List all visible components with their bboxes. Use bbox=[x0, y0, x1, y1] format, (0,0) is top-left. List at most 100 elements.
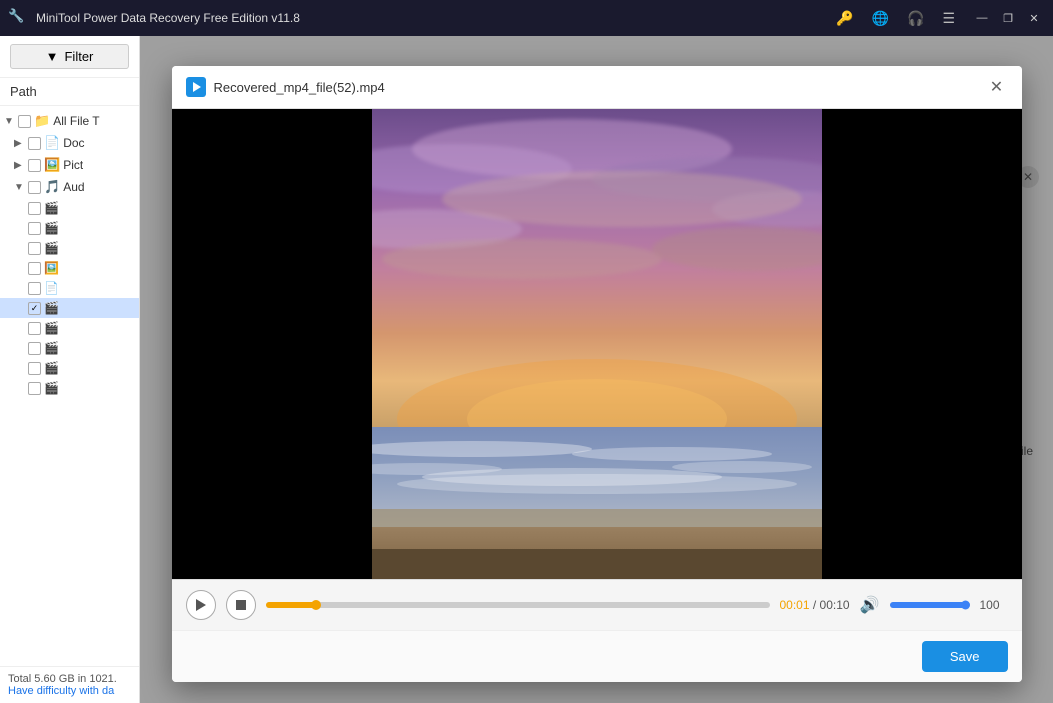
folder-icon-pictures: 🖼️ bbox=[44, 157, 60, 173]
checkbox-pictures[interactable] bbox=[28, 159, 41, 172]
title-bar: 🔧 MiniTool Power Data Recovery Free Edit… bbox=[0, 0, 1053, 36]
controls-bar: 00:01 / 00:10 🔊 100 bbox=[172, 579, 1022, 630]
tree-item-all-files[interactable]: ▼ 📁 All File T bbox=[0, 110, 139, 132]
path-label: Path bbox=[0, 78, 139, 106]
tree-item-file-3[interactable]: 🎬 bbox=[0, 238, 139, 258]
video-black-left bbox=[172, 109, 372, 579]
checkbox-file-2[interactable] bbox=[28, 222, 41, 235]
dialog-close-button[interactable]: ✕ bbox=[986, 76, 1008, 98]
volume-slider[interactable] bbox=[890, 602, 970, 608]
tree-item-file-5[interactable]: 📄 bbox=[0, 278, 139, 298]
tree-item-file-9[interactable]: 🎬 bbox=[0, 358, 139, 378]
filter-button[interactable]: ▼ Filter bbox=[10, 44, 129, 69]
globe-icon[interactable]: 🌐 bbox=[868, 8, 893, 29]
menu-icon[interactable]: ☰ bbox=[938, 8, 959, 29]
checkbox-all-files[interactable] bbox=[18, 115, 31, 128]
volume-thumb bbox=[961, 601, 970, 610]
expand-icon-doc: ▶ bbox=[14, 138, 28, 149]
file-icon-5: 📄 bbox=[44, 281, 59, 295]
tree-item-doc[interactable]: ▶ 📄 Doc bbox=[0, 132, 139, 154]
tree-item-file-2[interactable]: 🎬 bbox=[0, 218, 139, 238]
maximize-button[interactable]: ❐ bbox=[997, 8, 1019, 28]
headphones-icon[interactable]: 🎧 bbox=[903, 8, 928, 29]
video-frame bbox=[372, 109, 822, 579]
tree-item-file-7[interactable]: 🎬 bbox=[0, 318, 139, 338]
sidebar: ▼ Filter Path ▼ 📁 All File T ▶ 📄 Doc bbox=[0, 36, 140, 703]
dialog-overlay: Recovered_mp4_file(52).mp4 ✕ bbox=[140, 36, 1053, 703]
file-icon-4: 🖼️ bbox=[44, 261, 59, 275]
main-content: ✕ _file Recovered_mp4_file(52).mp4 ✕ bbox=[140, 36, 1053, 703]
tree-item-file-4[interactable]: 🖼️ bbox=[0, 258, 139, 278]
app-title: MiniTool Power Data Recovery Free Editio… bbox=[36, 11, 832, 25]
time-display: 00:01 / 00:10 bbox=[780, 598, 850, 612]
tree-item-file-6[interactable]: ✓ 🎬 bbox=[0, 298, 139, 318]
tree-item-file-10[interactable]: 🎬 bbox=[0, 378, 139, 398]
dialog-footer: Save bbox=[172, 630, 1022, 682]
filter-icon: ▼ bbox=[46, 49, 59, 64]
tree-item-label-all-files: All File T bbox=[53, 114, 99, 128]
tree-item-file-8[interactable]: 🎬 bbox=[0, 338, 139, 358]
sidebar-bottom: Total 5.60 GB in 1021. Have difficulty w… bbox=[0, 666, 139, 703]
folder-icon-doc: 📄 bbox=[44, 135, 60, 151]
file-icon-1: 🎬 bbox=[44, 201, 59, 215]
volume-icon[interactable]: 🔊 bbox=[860, 595, 880, 615]
folder-icon-audio: 🎵 bbox=[44, 179, 60, 195]
file-icon-7: 🎬 bbox=[44, 321, 59, 335]
checkbox-file-8[interactable] bbox=[28, 342, 41, 355]
app-close-button[interactable]: ✕ bbox=[1023, 8, 1045, 28]
key-icon[interactable]: 🔑 bbox=[832, 8, 857, 29]
file-icon-2: 🎬 bbox=[44, 221, 59, 235]
file-icon-3: 🎬 bbox=[44, 241, 59, 255]
file-icon-8: 🎬 bbox=[44, 341, 59, 355]
checkbox-file-4[interactable] bbox=[28, 262, 41, 275]
expand-icon: ▼ bbox=[4, 116, 18, 127]
progress-thumb bbox=[311, 600, 321, 610]
preview-dialog: Recovered_mp4_file(52).mp4 ✕ bbox=[172, 66, 1022, 682]
app-logo: 🔧 bbox=[8, 8, 28, 28]
minimize-button[interactable]: — bbox=[971, 8, 993, 28]
checkbox-file-6[interactable]: ✓ bbox=[28, 302, 41, 315]
stop-button[interactable] bbox=[226, 590, 256, 620]
filter-label: Filter bbox=[64, 49, 93, 64]
checkbox-doc[interactable] bbox=[28, 137, 41, 150]
help-link[interactable]: Have difficulty with da bbox=[8, 685, 114, 697]
checkbox-file-3[interactable] bbox=[28, 242, 41, 255]
video-container bbox=[172, 109, 1022, 579]
window-controls: — ❐ ✕ bbox=[971, 8, 1045, 28]
checkbox-file-1[interactable] bbox=[28, 202, 41, 215]
tree-item-label-pictures: Pict bbox=[63, 158, 83, 172]
current-time: 00:01 bbox=[780, 598, 810, 612]
progress-fill bbox=[266, 602, 316, 608]
time-separator: / bbox=[813, 598, 820, 612]
video-black-right bbox=[822, 109, 1022, 579]
title-bar-icons: 🔑 🌐 🎧 ☰ bbox=[832, 8, 959, 29]
checkbox-file-9[interactable] bbox=[28, 362, 41, 375]
tree-item-audio[interactable]: ▼ 🎵 Aud bbox=[0, 176, 139, 198]
tree-item-label-audio: Aud bbox=[63, 180, 84, 194]
tree-item-pictures[interactable]: ▶ 🖼️ Pict bbox=[0, 154, 139, 176]
folder-icon-all-files: 📁 bbox=[34, 113, 50, 129]
checkbox-file-10[interactable] bbox=[28, 382, 41, 395]
total-info: Total 5.60 GB in 1021. bbox=[8, 673, 131, 685]
volume-fill bbox=[890, 602, 966, 608]
dialog-titlebar: Recovered_mp4_file(52).mp4 ✕ bbox=[172, 66, 1022, 109]
dialog-title: Recovered_mp4_file(52).mp4 bbox=[214, 80, 986, 95]
file-icon-9: 🎬 bbox=[44, 361, 59, 375]
checkbox-audio[interactable] bbox=[28, 181, 41, 194]
tree-item-file-1[interactable]: 🎬 bbox=[0, 198, 139, 218]
volume-value: 100 bbox=[980, 598, 1008, 612]
play-button[interactable] bbox=[186, 590, 216, 620]
sidebar-filter-area: ▼ Filter bbox=[0, 36, 139, 78]
tree-item-label-doc: Doc bbox=[63, 136, 84, 150]
checkbox-file-7[interactable] bbox=[28, 322, 41, 335]
expand-icon-pictures: ▶ bbox=[14, 160, 28, 171]
progress-bar[interactable] bbox=[266, 602, 770, 608]
file-icon-6: 🎬 bbox=[44, 301, 59, 315]
total-time: 00:10 bbox=[820, 598, 850, 612]
save-button[interactable]: Save bbox=[922, 641, 1008, 672]
expand-icon-audio: ▼ bbox=[14, 182, 28, 193]
dialog-icon bbox=[186, 77, 206, 97]
checkbox-file-5[interactable] bbox=[28, 282, 41, 295]
file-icon-10: 🎬 bbox=[44, 381, 59, 395]
file-tree: ▼ 📁 All File T ▶ 📄 Doc ▶ 🖼️ Pict bbox=[0, 106, 139, 666]
